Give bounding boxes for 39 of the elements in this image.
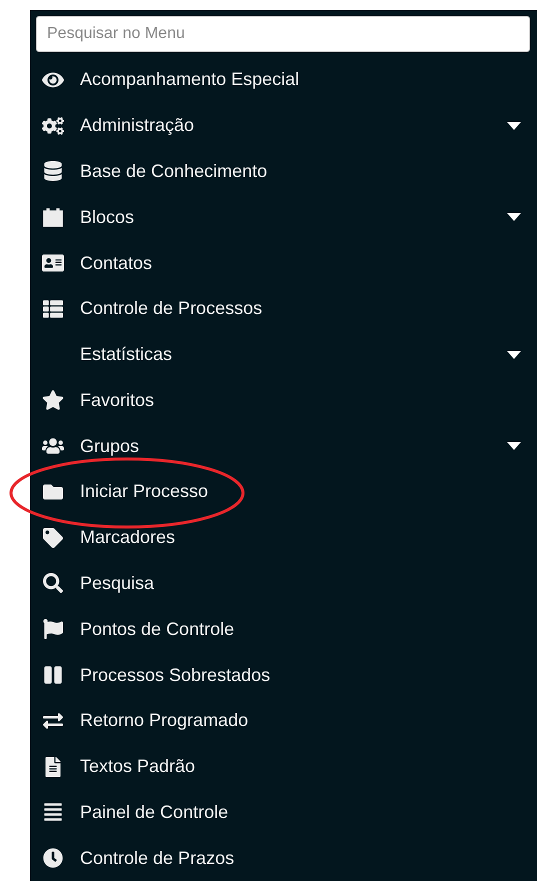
menu-item[interactable]: Pontos de Controle bbox=[30, 606, 537, 652]
users-icon bbox=[42, 436, 64, 456]
menu-item[interactable]: Painel de Controle bbox=[30, 790, 537, 836]
caret-icon bbox=[507, 350, 521, 359]
menu-item[interactable]: Contatos bbox=[30, 240, 537, 286]
menu-item[interactable]: Administração bbox=[30, 102, 537, 149]
eye-icon bbox=[42, 70, 64, 90]
exchange-arrows-icon bbox=[42, 710, 64, 731]
flag-icon bbox=[42, 619, 64, 640]
gears-icon bbox=[42, 116, 64, 136]
menu-item[interactable]: Marcadores bbox=[30, 514, 537, 561]
folder-icon bbox=[42, 482, 64, 502]
menu-item[interactable]: Processos Sobrestados bbox=[30, 652, 537, 698]
menu-item[interactable]: Controle de Processos bbox=[30, 286, 537, 332]
clock-icon bbox=[42, 848, 64, 868]
menu-item[interactable]: Pesquisa bbox=[30, 560, 537, 606]
menu-item[interactable]: Grupos bbox=[30, 423, 537, 470]
caret-icon bbox=[507, 213, 521, 222]
menu-item[interactable]: Retorno Programado bbox=[30, 698, 537, 744]
list-icon bbox=[42, 298, 64, 319]
contact-card-icon bbox=[42, 253, 64, 274]
lines-icon bbox=[42, 802, 64, 822]
pause-icon bbox=[42, 665, 64, 686]
menu-item[interactable]: Blocos bbox=[30, 194, 537, 240]
caret-icon bbox=[507, 442, 521, 450]
tag-icon bbox=[42, 528, 64, 548]
menu-item[interactable]: Estatísticas bbox=[30, 332, 537, 378]
star-icon bbox=[42, 390, 64, 410]
menu-item[interactable]: Textos Padrão bbox=[30, 744, 537, 790]
caret-icon bbox=[507, 122, 521, 130]
database-icon bbox=[42, 161, 64, 182]
block-icon bbox=[42, 207, 64, 228]
menu-item[interactable]: Controle de Prazos bbox=[30, 835, 537, 881]
search-field[interactable]: Pesquisar no Menu bbox=[36, 16, 530, 52]
menu-item[interactable]: Favoritos bbox=[30, 377, 537, 424]
menu-item[interactable]: Acompanhamento Especial bbox=[30, 57, 537, 103]
menu-item[interactable]: Iniciar Processo bbox=[30, 469, 537, 515]
menu-item[interactable]: Base de Conhecimento bbox=[30, 148, 537, 194]
search-icon bbox=[42, 573, 64, 594]
